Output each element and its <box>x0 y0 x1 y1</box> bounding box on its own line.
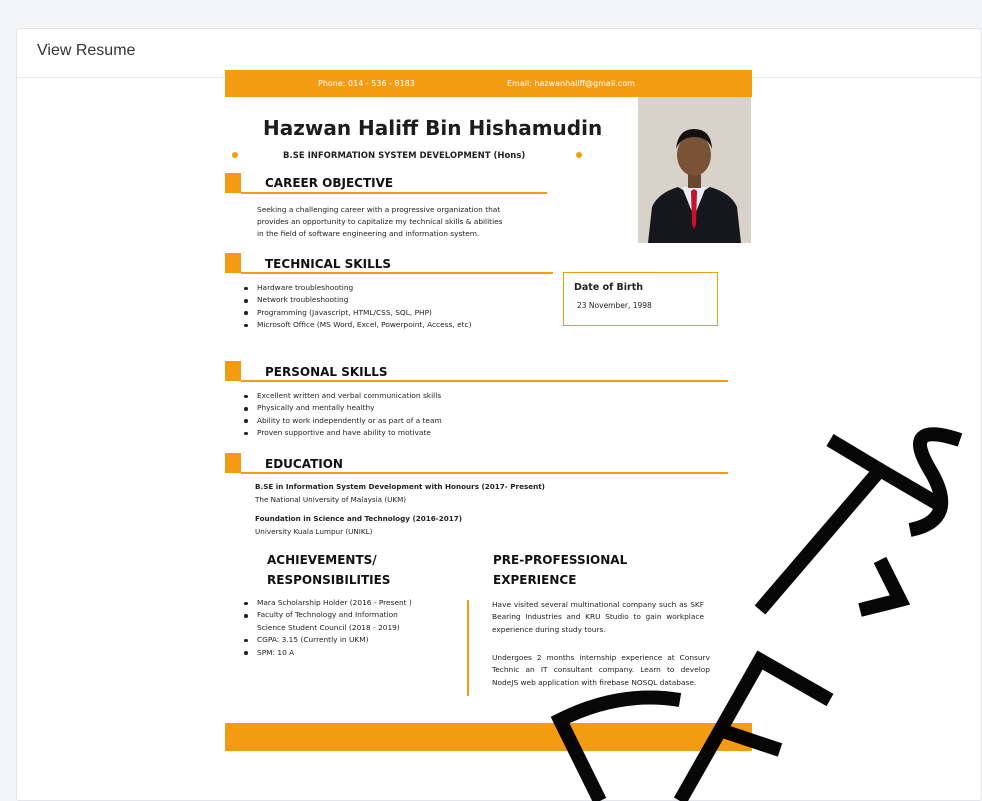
resume-name: Hazwan Haliff Bin Hishamudin <box>263 116 603 140</box>
education-school-1: The National University of Malaysia (UKM… <box>255 495 407 504</box>
dob-value: 23 November, 1998 <box>577 301 652 310</box>
personal-skills-rule <box>241 380 728 382</box>
resume-degree: B.SE INFORMATION SYSTEM DEVELOPMENT (Hon… <box>283 151 526 161</box>
personal-skills-title: PERSONAL SKILLS <box>265 365 388 379</box>
achievements-title: ACHIEVEMENTS/ RESPONSIBILITIES <box>267 553 391 587</box>
list-item: Network troubleshooting <box>242 294 471 306</box>
list-item: Microsoft Office (MS Word, Excel, Powerp… <box>242 319 471 331</box>
list-item: Proven supportive and have ability to mo… <box>242 427 442 439</box>
phone-text: Phone: 014 - 536 - 8183 <box>318 79 415 88</box>
accent-dot-right <box>576 152 582 158</box>
dob-label: Date of Birth <box>574 282 644 293</box>
date-of-birth-box: Date of Birth 23 November, 1998 <box>563 272 718 326</box>
experience-paragraph-1: Have visited several multinational compa… <box>492 600 704 634</box>
list-item: Excellent written and verbal communicati… <box>242 390 442 402</box>
list-item: SPM: 10 A <box>242 647 412 659</box>
card-title: View Resume <box>37 42 136 59</box>
education-rule <box>241 472 728 474</box>
technical-skills-rule <box>241 272 553 274</box>
career-objective-marker <box>225 173 241 193</box>
list-item: Physically and mentally healthy <box>242 402 442 414</box>
technical-skills-marker <box>225 253 241 273</box>
accent-dot-left <box>232 152 238 158</box>
column-divider <box>467 600 469 696</box>
personal-skills-marker <box>225 361 241 381</box>
personal-skills-list: Excellent written and verbal communicati… <box>242 390 442 440</box>
education-marker <box>225 453 241 473</box>
resume-document: Phone: 014 - 536 - 8183 Email: hazwanhal… <box>225 68 752 754</box>
career-objective-text: Seeking a challenging career with a prog… <box>257 205 503 238</box>
list-item: Ability to work independently or as part… <box>242 415 442 427</box>
career-objective-title: CAREER OBJECTIVE <box>265 176 394 190</box>
education-degree-2: Foundation in Science and Technology (20… <box>255 514 463 523</box>
experience-title: PRE-PROFESSIONAL EXPERIENCE <box>493 553 628 587</box>
technical-skills-list: Hardware troubleshooting Network trouble… <box>242 282 471 332</box>
profile-photo <box>638 97 751 243</box>
technical-skills-title: TECHNICAL SKILLS <box>265 257 391 271</box>
email-text: Email: hazwanhaliff@gmail.com <box>507 79 635 88</box>
list-item: Hardware troubleshooting <box>242 282 471 294</box>
achievements-list: Mara Scholarship Holder (2016 - Present … <box>242 597 412 659</box>
education-degree-1: B.SE in Information System Development w… <box>255 482 545 491</box>
list-item: CGPA: 3.15 (Currently in UKM) <box>242 634 412 646</box>
list-item: Faculty of Technology and Information Sc… <box>242 609 412 634</box>
education-school-2: University Kuala Lumpur (UNIKL) <box>255 527 373 536</box>
education-title: EDUCATION <box>265 457 343 471</box>
list-item: Programming (Javascript, HTML/CSS, SQL, … <box>242 307 471 319</box>
experience-paragraph-2: Undergoes 2 months internship experience… <box>492 653 710 687</box>
list-item: Mara Scholarship Holder (2016 - Present … <box>242 597 412 609</box>
contact-bar: Phone: 014 - 536 - 8183 Email: hazwanhal… <box>225 70 752 97</box>
career-objective-rule <box>241 192 547 194</box>
footer-bar <box>225 723 752 751</box>
